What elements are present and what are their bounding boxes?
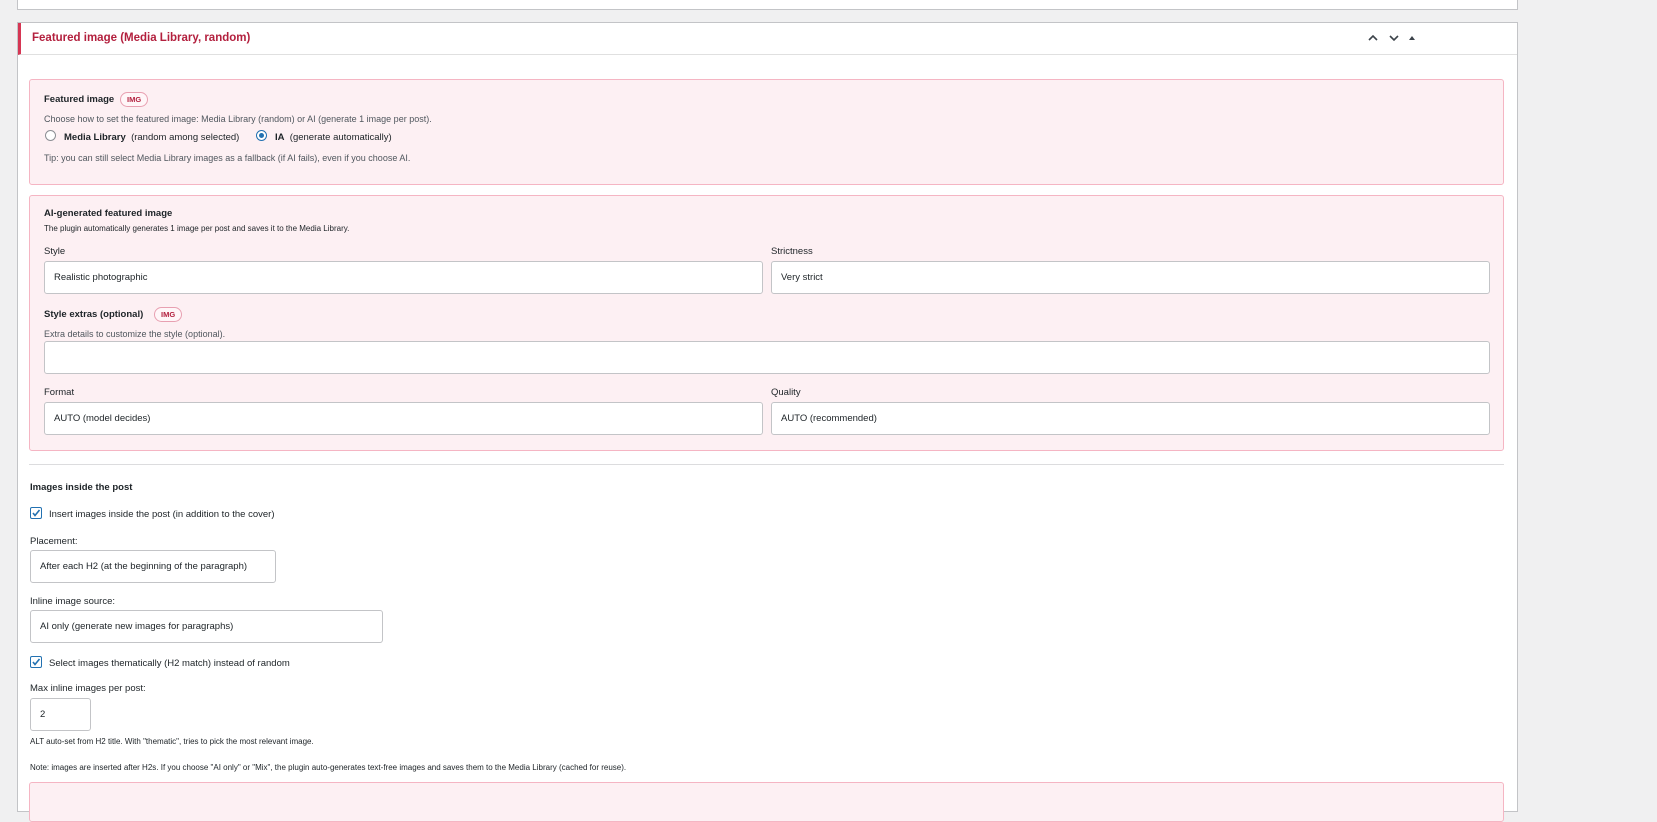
thematic-checkbox[interactable] bbox=[30, 656, 42, 668]
previous-panel bbox=[17, 0, 1518, 10]
style-extras-input[interactable] bbox=[44, 341, 1490, 374]
radio-media-library[interactable] bbox=[45, 130, 56, 141]
format-select[interactable]: AUTO (model decides) bbox=[44, 402, 763, 435]
inline-source-select[interactable]: AI only (generate new images for paragra… bbox=[30, 610, 383, 643]
next-settings-box bbox=[29, 782, 1504, 822]
placement-select[interactable]: After each H2 (at the beginning of the p… bbox=[30, 550, 276, 583]
max-inline-label: Max inline images per post: bbox=[30, 683, 146, 694]
img-badge: IMG bbox=[120, 92, 149, 107]
placement-label: Placement: bbox=[30, 536, 78, 547]
style-extras-label: Style extras (optional) bbox=[44, 309, 144, 320]
caret-up-icon[interactable] bbox=[1404, 30, 1420, 46]
featured-image-tip: Tip: you can still select Media Library … bbox=[44, 153, 411, 163]
radio-media-library-label[interactable]: Media Library (random among selected) bbox=[64, 132, 239, 143]
radio-ia[interactable] bbox=[256, 130, 267, 141]
alt-note: ALT auto-set from H2 title. With "themat… bbox=[30, 737, 314, 746]
format-label: Format bbox=[44, 387, 75, 398]
style-label: Style bbox=[44, 246, 66, 257]
panel-header[interactable]: Featured image (Media Library, random) bbox=[18, 23, 1517, 55]
featured-image-description: Choose how to set the featured image: Me… bbox=[44, 114, 432, 124]
thematic-label[interactable]: Select images thematically (H2 match) in… bbox=[49, 658, 290, 669]
ai-heading: AI-generated featured image bbox=[44, 208, 173, 219]
chevron-up-icon[interactable] bbox=[1365, 30, 1381, 46]
featured-image-panel: Featured image (Media Library, random) F… bbox=[17, 22, 1518, 822]
featured-image-source-box: Featured image IMG Choose how to set the… bbox=[29, 79, 1504, 185]
panel-title: Featured image (Media Library, random) bbox=[32, 32, 251, 44]
style-extras-help: Extra details to customize the style (op… bbox=[44, 329, 226, 339]
radio-ia-label[interactable]: IA (generate automatically) bbox=[275, 132, 392, 143]
inline-source-label: Inline image source: bbox=[30, 596, 116, 607]
inline-note: Note: images are inserted after H2s. If … bbox=[30, 763, 627, 772]
chevron-down-icon[interactable] bbox=[1386, 30, 1402, 46]
ai-featured-image-box: AI-generated featured image The plugin a… bbox=[29, 195, 1504, 451]
insert-images-label[interactable]: Insert images inside the post (in additi… bbox=[49, 509, 274, 520]
quality-select[interactable]: AUTO (recommended) bbox=[771, 402, 1490, 435]
divider bbox=[29, 464, 1504, 465]
img-badge: IMG bbox=[154, 307, 183, 322]
featured-image-heading: Featured image bbox=[44, 94, 115, 105]
ai-description: The plugin automatically generates 1 ima… bbox=[44, 224, 350, 233]
insert-images-checkbox[interactable] bbox=[30, 507, 42, 519]
max-inline-input[interactable]: 2 bbox=[30, 698, 91, 731]
strictness-select[interactable]: Very strict bbox=[771, 261, 1490, 294]
quality-label: Quality bbox=[771, 387, 801, 398]
style-select[interactable]: Realistic photographic bbox=[44, 261, 763, 294]
strictness-label: Strictness bbox=[771, 246, 813, 257]
inline-images-heading: Images inside the post bbox=[30, 482, 133, 493]
